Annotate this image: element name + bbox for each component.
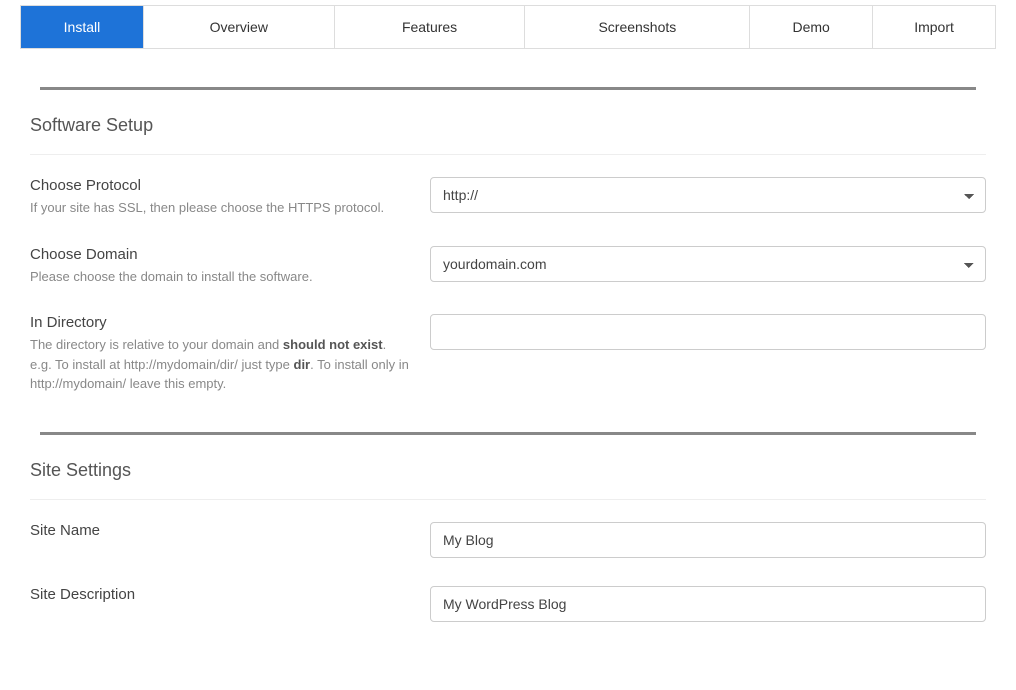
tab-import[interactable]: Import bbox=[872, 6, 995, 48]
domain-help: Please choose the domain to install the … bbox=[30, 267, 410, 287]
tab-overview[interactable]: Overview bbox=[143, 6, 334, 48]
domain-select[interactable]: yourdomain.com bbox=[430, 246, 986, 282]
section-divider bbox=[40, 432, 976, 435]
protocol-select[interactable]: http:// bbox=[430, 177, 986, 213]
site-description-label: Site Description bbox=[30, 586, 410, 603]
domain-label: Choose Domain bbox=[30, 246, 410, 263]
tab-screenshots[interactable]: Screenshots bbox=[524, 6, 749, 48]
tab-bar: Install Overview Features Screenshots De… bbox=[20, 5, 996, 49]
tab-features[interactable]: Features bbox=[334, 6, 525, 48]
tab-demo[interactable]: Demo bbox=[749, 6, 872, 48]
section-title-software-setup: Software Setup bbox=[30, 115, 986, 155]
directory-input[interactable] bbox=[430, 314, 986, 350]
protocol-label: Choose Protocol bbox=[30, 177, 410, 194]
directory-help: The directory is relative to your domain… bbox=[30, 335, 410, 394]
site-name-input[interactable] bbox=[430, 522, 986, 558]
directory-label: In Directory bbox=[30, 314, 410, 331]
section-title-site-settings: Site Settings bbox=[30, 460, 986, 500]
section-divider bbox=[40, 87, 976, 90]
protocol-help: If your site has SSL, then please choose… bbox=[30, 198, 410, 218]
site-name-label: Site Name bbox=[30, 522, 410, 539]
site-description-input[interactable] bbox=[430, 586, 986, 622]
tab-install[interactable]: Install bbox=[20, 6, 143, 48]
